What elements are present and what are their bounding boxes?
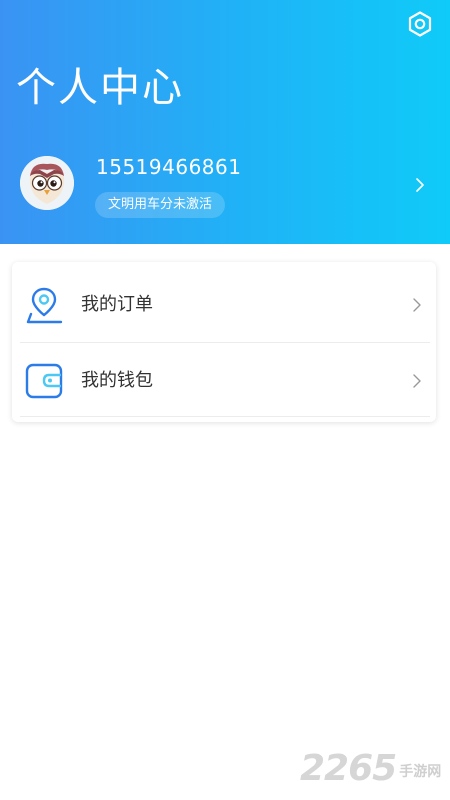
menu-card: 我的订单 我的钱包 [12,262,436,422]
chevron-right-icon [416,178,424,192]
page-title: 个人中心 [16,65,184,111]
divider [20,342,430,343]
avatar[interactable] [20,156,74,210]
gear-icon [408,11,432,37]
wallet-icon [25,363,63,399]
watermark-text: 手游网 [399,764,442,780]
menu-item-my-wallet[interactable]: 我的钱包 [12,344,436,418]
profile-row[interactable]: 15519466861 文明用车分未激活 [0,150,450,224]
chevron-right-icon [413,374,421,388]
owl-avatar-icon [20,156,74,210]
watermark-number: 2265 [300,747,397,789]
watermark-logo: 2265 手游网 [300,744,441,792]
credit-score-badge[interactable]: 文明用车分未激活 [95,192,226,218]
header: 个人中心 15519466861 文明用车分未激活 [0,0,450,244]
location-pin-icon [26,287,63,324]
phone-number: 15519466861 [96,155,242,179]
settings-button[interactable] [404,8,436,40]
menu-item-label: 我的钱包 [81,370,153,391]
menu-item-my-orders[interactable]: 我的订单 [12,268,436,342]
chevron-right-icon [413,298,421,312]
menu-item-label: 我的订单 [81,294,153,315]
divider [20,416,430,417]
